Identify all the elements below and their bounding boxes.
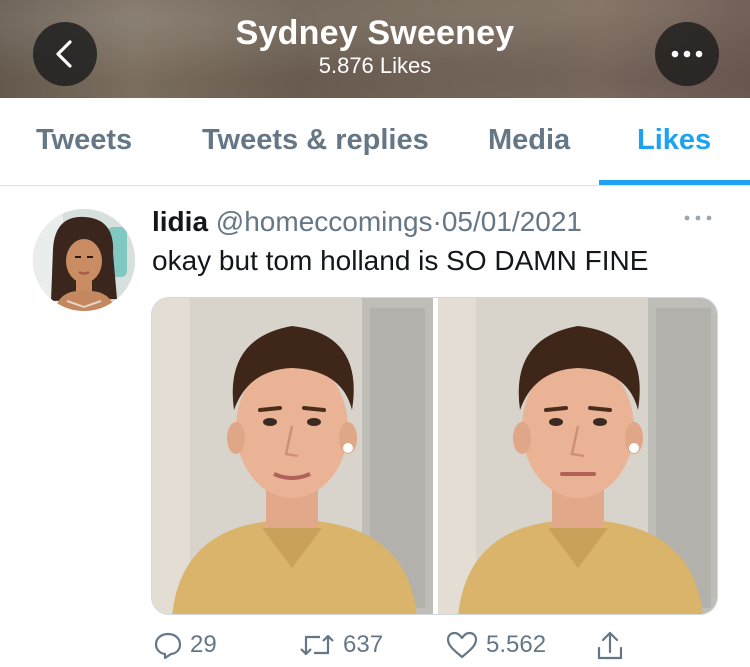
tab-likes[interactable]: Likes [637, 124, 711, 157]
tweet-header: lidia @homeccomings·05/01/2021 [152, 206, 582, 238]
tweet-photo-1[interactable] [152, 298, 433, 615]
tweet-author-name[interactable]: lidia [152, 206, 208, 237]
tweet-more-button[interactable] [683, 210, 713, 228]
active-tab-indicator [599, 180, 750, 185]
share-button[interactable] [595, 630, 625, 662]
more-horizontal-icon [684, 215, 712, 221]
avatar[interactable] [33, 209, 135, 311]
more-horizontal-icon [671, 50, 703, 58]
likes-count-subtitle: 5.876 Likes [318, 53, 432, 78]
profile-name-title: Sydney Sweeney [235, 14, 515, 52]
reply-count: 29 [190, 631, 217, 658]
more-options-button[interactable] [655, 22, 719, 86]
like-count: 5.562 [486, 631, 547, 658]
like-button[interactable]: 5.562 [445, 630, 546, 660]
tweet-actions: 29 637 5.562 [0, 628, 750, 667]
heart-icon [446, 631, 478, 659]
profile-tabs: Tweets Tweets & replies Media Likes [0, 98, 750, 186]
tweet-text: okay but tom holland is SO DAMN FINE [152, 245, 649, 276]
tweet-date[interactable]: 05/01/2021 [442, 206, 582, 237]
share-icon [597, 631, 623, 660]
tab-tweets[interactable]: Tweets [36, 124, 132, 157]
tweet-media[interactable] [151, 297, 718, 615]
tweet-separator: · [432, 206, 442, 237]
retweet-button[interactable]: 637 [298, 630, 383, 660]
tweet-author-handle[interactable]: @homeccomings [216, 206, 433, 237]
retweet-count: 637 [343, 631, 384, 658]
profile-header: Sydney Sweeney 5.876 Likes [0, 0, 750, 98]
tab-tweets-and-replies[interactable]: Tweets & replies [202, 124, 429, 157]
tweet-photo-2[interactable] [438, 298, 718, 615]
speech-bubble-icon [154, 632, 182, 660]
retweet-icon [300, 634, 334, 656]
tab-media[interactable]: Media [488, 124, 570, 157]
reply-button[interactable]: 29 [153, 630, 217, 660]
